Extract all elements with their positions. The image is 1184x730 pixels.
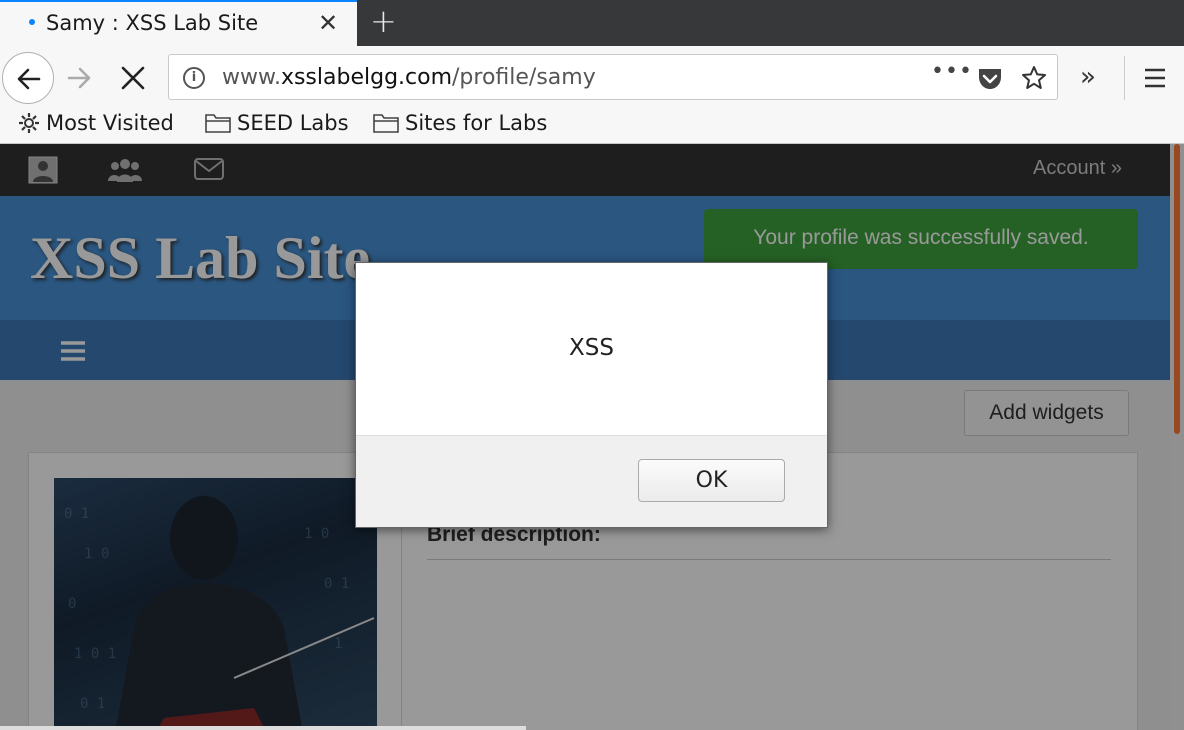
tab-active[interactable]: Samy : XSS Lab Site ✕ (0, 0, 357, 46)
hamburger-menu-icon[interactable] (1144, 68, 1166, 92)
pocket-icon[interactable] (977, 67, 1003, 95)
page-actions-icon[interactable]: ••• (931, 59, 973, 84)
tab-close-icon[interactable]: ✕ (318, 9, 338, 37)
arrow-left-icon (17, 68, 41, 90)
bookmark-label: Sites for Labs (405, 111, 548, 135)
arrow-right-icon (67, 67, 91, 89)
navigation-toolbar: i www.xsslabelgg.com/profile/samy ••• » (0, 46, 1184, 108)
tab-bar: Samy : XSS Lab Site ✕ + (0, 0, 1184, 46)
bookmark-most-visited[interactable]: Most Visited (18, 111, 174, 135)
new-tab-button[interactable]: + (370, 2, 397, 40)
alert-message: XSS (569, 335, 614, 361)
stop-button[interactable] (119, 64, 147, 96)
url-bar[interactable]: i www.xsslabelgg.com/profile/samy ••• (168, 54, 1058, 100)
alert-footer: OK (356, 435, 827, 527)
bookmark-label: Most Visited (46, 111, 174, 135)
info-icon[interactable]: i (183, 67, 205, 89)
bookmark-label: SEED Labs (237, 111, 349, 135)
alert-dialog: XSS OK (355, 262, 828, 528)
stop-x-icon (121, 66, 145, 90)
status-bar (0, 726, 526, 730)
forward-button[interactable] (66, 64, 94, 96)
ok-button[interactable]: OK (638, 459, 785, 502)
bookmarks-toolbar: Most Visited SEED Labs Sites for Labs (0, 108, 1184, 144)
bookmark-seed-labs[interactable]: SEED Labs (205, 111, 349, 135)
url-text[interactable]: www.xsslabelgg.com/profile/samy (222, 65, 596, 90)
folder-icon (205, 114, 231, 133)
bookmark-star-icon[interactable] (1020, 64, 1048, 96)
bookmark-sites-for-labs[interactable]: Sites for Labs (373, 111, 547, 135)
toolbar-divider (1124, 56, 1125, 100)
gear-icon (19, 113, 39, 133)
overflow-chevron-icon[interactable]: » (1080, 62, 1096, 92)
folder-icon (373, 114, 399, 133)
tab-title: Samy : XSS Lab Site (46, 11, 259, 35)
loading-indicator-icon (29, 19, 35, 25)
back-button[interactable] (2, 52, 54, 104)
